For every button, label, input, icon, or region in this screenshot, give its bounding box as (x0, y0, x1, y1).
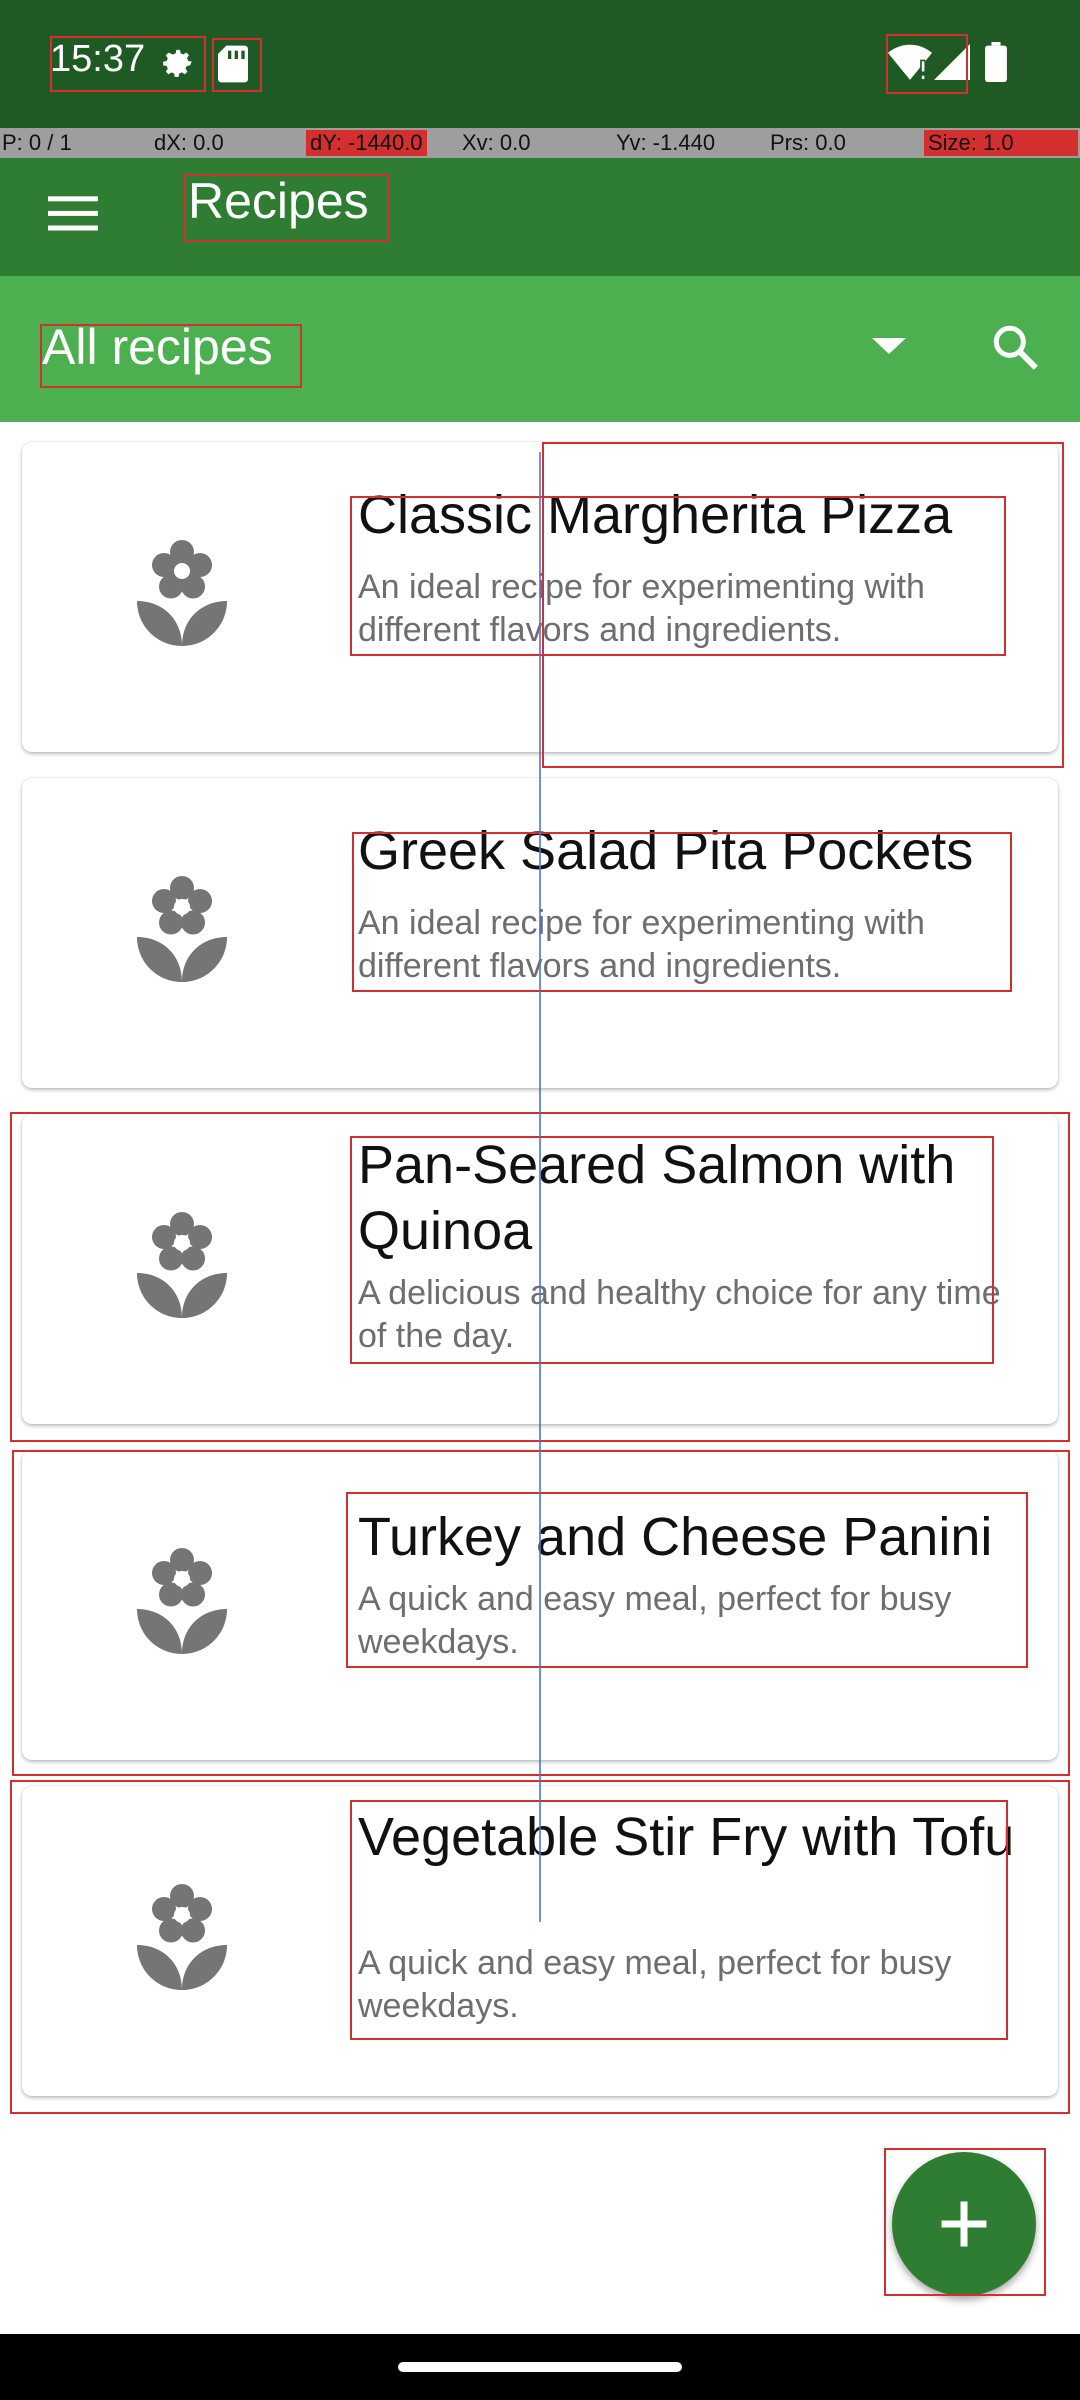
menu-icon[interactable] (48, 188, 98, 238)
touch-trace-line (539, 452, 541, 1922)
debug-highlight-box (350, 1136, 994, 1364)
debug-highlight-box (40, 324, 302, 388)
search-icon[interactable] (990, 322, 1040, 372)
debug-highlight-box (184, 174, 390, 242)
flower-icon (137, 540, 227, 646)
debug-highlight-box (212, 38, 262, 92)
debug-highlight-box (346, 1492, 1028, 1668)
debug-highlight-box (884, 2148, 1046, 2296)
debug-highlight-box (50, 36, 206, 92)
debug-highlight-box (886, 34, 968, 94)
pointer-debug-bar: P: 0 / 1 dX: 0.0 dY: -1440.0 Xv: 0.0 Yv:… (0, 128, 1080, 158)
debug-highlight-box (350, 1800, 1008, 2040)
debug-yv: Yv: -1.440 (616, 130, 716, 155)
debug-highlight-box (350, 496, 1006, 656)
app-toolbar: Recipes (0, 158, 1080, 276)
debug-size: Size: 1.0 (924, 130, 1078, 156)
debug-pressure: Prs: 0.0 (770, 130, 846, 155)
dropdown-arrow-icon[interactable] (872, 338, 906, 356)
debug-dx: dX: 0.0 (154, 130, 224, 155)
debug-dy: dY: -1440.0 (306, 130, 427, 156)
home-gesture-pill[interactable] (398, 2362, 682, 2372)
debug-highlight-box (352, 832, 1012, 992)
debug-pointer-count: P: 0 / 1 (2, 130, 72, 155)
flower-icon (137, 876, 227, 982)
debug-xv: Xv: 0.0 (462, 130, 531, 155)
system-navigation-bar (0, 2334, 1080, 2400)
battery-icon (985, 42, 1007, 82)
